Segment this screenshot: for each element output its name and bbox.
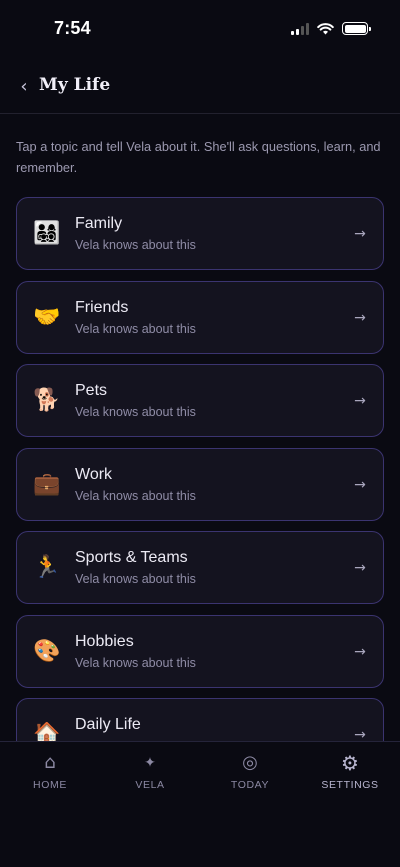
page-title: My Life [39,75,111,95]
tab-label: SETTINGS [321,779,379,791]
sparkle-icon: ✦ [144,755,156,771]
home-icon: ⌂ [44,752,56,773]
topic-title: Work [75,465,113,483]
arrow-right-icon: → [354,309,366,326]
topic-subtitle: Vela knows about this [75,488,196,503]
topic-card-hobbies[interactable]: 🎨 Hobbies Vela knows about this → [16,614,384,688]
topic-card-sports-teams[interactable]: 🏃 Sports & Teams Vela knows about this → [16,531,384,604]
topic-title: Sports & Teams [75,549,188,566]
status-icons [291,22,371,35]
status-time: 7:54 [54,18,91,38]
topic-subtitle: Vela knows about this [75,655,196,670]
topic-title: Hobbies [75,632,134,650]
tab-settings[interactable]: ⚙ SETTINGS [300,742,400,802]
topic-subtitle: Vela knows about this [75,238,196,252]
tab-bar: ⌂ HOME ✦ VELA ◎ TODAY ⚙ SETTINGS [0,741,400,867]
tab-today[interactable]: ◎ TODAY [200,742,300,802]
topic-card-family[interactable]: 👨‍👩‍👧‍👦 Family Vela knows about this → [16,197,384,270]
intro-text: Tap a topic and tell Vela about it. She'… [16,139,381,175]
battery-icon [342,22,371,35]
target-icon: ◎ [242,752,258,773]
topic-card-pets[interactable]: 🐕 Pets Vela knows about this → [16,364,384,437]
back-button[interactable]: ‹ [16,77,32,97]
tab-home[interactable]: ⌂ HOME [0,742,100,802]
arrow-right-icon: → [354,393,366,409]
cellular-signal-icon [291,22,309,35]
arrow-right-icon: → [354,476,366,493]
topic-subtitle: Vela knows about this [75,405,196,419]
topic-title: Family [75,215,123,232]
dog-icon: 🐕 [33,388,61,413]
arrow-right-icon: → [354,226,366,242]
topic-card-work[interactable]: 💼 Work Vela knows about this → [16,447,384,521]
wifi-icon [317,22,334,34]
topic-title: Friends [75,298,129,316]
palette-icon: 🎨 [33,638,61,664]
tab-label: VELA [135,779,165,791]
gear-icon: ⚙ [341,751,359,775]
topic-card-friends[interactable]: 🤝 Friends Vela knows about this → [16,280,384,354]
topic-subtitle: Vela knows about this [75,572,196,586]
arrow-right-icon: → [354,560,366,576]
status-bar: 7:54 [0,0,400,58]
arrow-right-icon: → [354,643,366,660]
tab-label: TODAY [230,779,270,791]
topic-list: 👨‍👩‍👧‍👦 Family Vela knows about this → 🤝… [16,197,384,782]
runner-icon: 🏃 [33,555,61,580]
family-icon: 👨‍👩‍👧‍👦 [33,221,61,246]
header: ‹ My Life [0,60,400,114]
topic-title: Daily Life [75,716,141,733]
tab-label: HOME [33,779,67,791]
briefcase-icon: 💼 [33,471,61,497]
handshake-icon: 🤝 [33,304,61,330]
tab-vela[interactable]: ✦ VELA [100,742,200,802]
topic-title: Pets [75,382,108,399]
topic-subtitle: Vela knows about this [75,321,196,336]
